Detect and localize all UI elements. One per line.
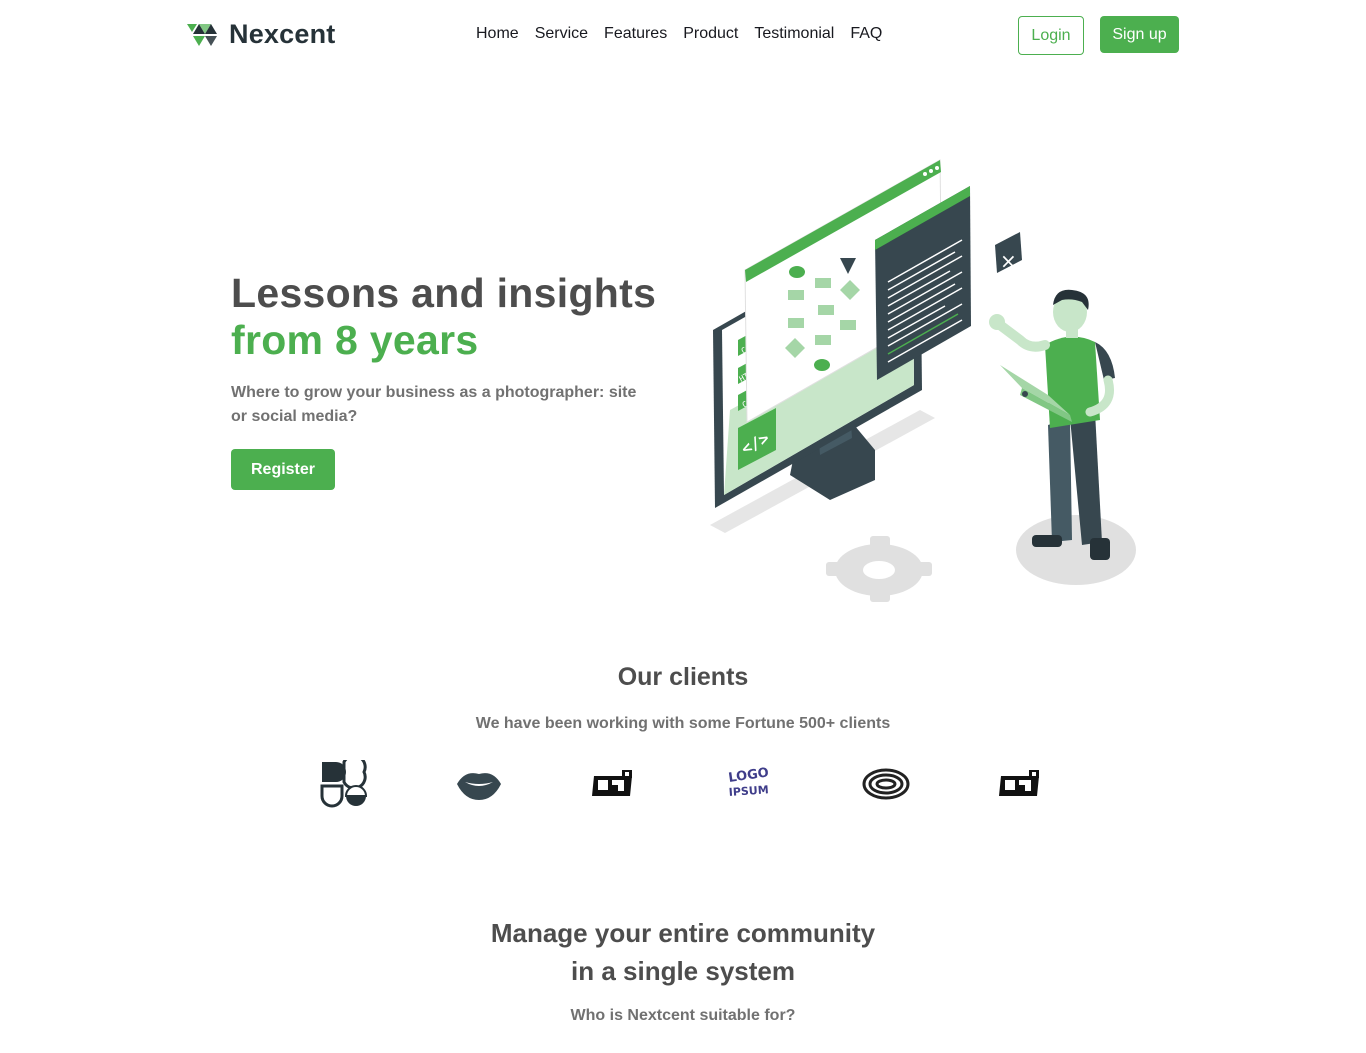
nav-faq[interactable]: FAQ xyxy=(850,24,882,44)
signup-button[interactable]: Sign up xyxy=(1100,16,1179,53)
close-icon: × xyxy=(995,232,1022,273)
logoipsum-line2: IPSUM xyxy=(728,783,769,799)
community-title-line1: Manage your entire community xyxy=(490,918,876,948)
client-logo-logoipsum-icon: LOGO IPSUM xyxy=(727,765,769,799)
client-logo-rings-icon xyxy=(862,768,910,800)
hero-title-line1: Lessons and insights xyxy=(231,270,657,316)
developer-illustration: CSS HTML C++ </> × xyxy=(710,159,1136,602)
main-nav: Home Service Features Product Testimonia… xyxy=(468,24,890,44)
community-title-line2: in a single system xyxy=(571,956,795,986)
hero-title-line2: from 8 years xyxy=(231,317,479,363)
brand-name: Nexcent xyxy=(229,19,336,49)
nav-home[interactable]: Home xyxy=(476,24,519,44)
register-button[interactable]: Register xyxy=(231,449,335,490)
client-logo-lips-icon xyxy=(457,773,501,800)
hero-title: Lessons and insights from 8 years xyxy=(231,270,656,364)
brand-logo[interactable]: Nexcent xyxy=(187,19,335,50)
hero-subtitle: Where to grow your business as a photogr… xyxy=(231,384,637,425)
clients-subtitle: We have been working with some Fortune 5… xyxy=(475,715,891,732)
login-button[interactable]: Login xyxy=(1018,16,1084,55)
developer-person xyxy=(989,289,1115,560)
gear-icon xyxy=(826,536,932,602)
nav-service[interactable]: Service xyxy=(535,24,588,44)
nav-features[interactable]: Features xyxy=(604,24,667,44)
client-logo-shapes-icon xyxy=(320,760,368,808)
nav-testimonial[interactable]: Testimonial xyxy=(754,24,834,44)
client-logo-block-icon xyxy=(592,770,632,796)
community-title: Manage your entire community in a single… xyxy=(0,914,1366,990)
client-logo-block-icon xyxy=(999,770,1039,796)
nav-product[interactable]: Product xyxy=(683,24,738,44)
clients-title: Our clients xyxy=(617,663,749,691)
nexcent-logo-icon xyxy=(187,23,217,46)
svg-text:×: × xyxy=(1000,249,1017,273)
community-subtitle: Who is Nextcent suitable for? xyxy=(570,1007,796,1024)
